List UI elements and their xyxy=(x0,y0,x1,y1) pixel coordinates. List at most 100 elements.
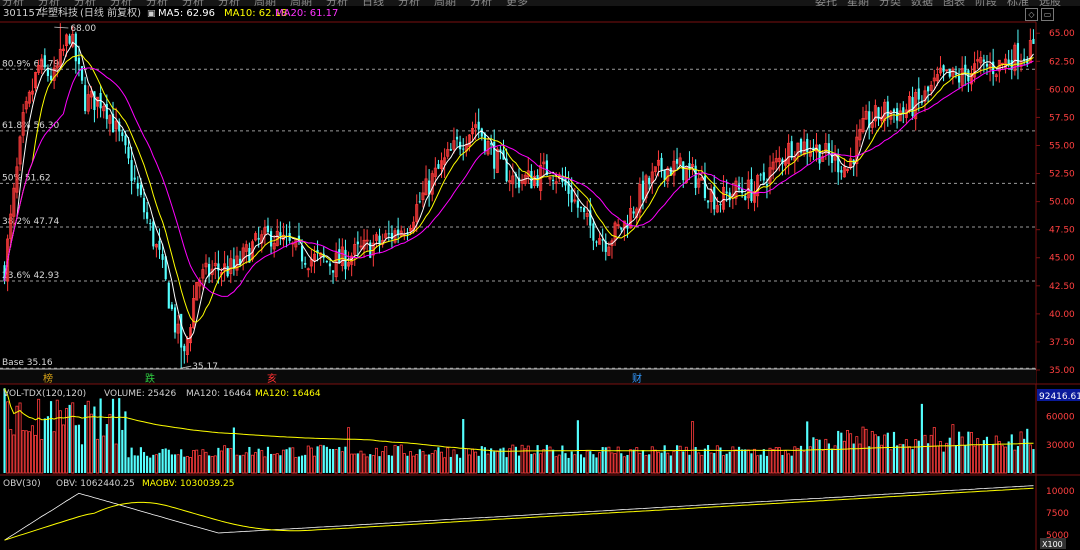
candle-body xyxy=(840,170,843,173)
volume-bar xyxy=(198,455,202,474)
volume-bar xyxy=(830,448,834,473)
volume-bar xyxy=(217,447,220,473)
volume-bar xyxy=(30,425,34,474)
volume-bar xyxy=(589,451,592,473)
event-strip xyxy=(0,370,1036,384)
candle-body xyxy=(620,227,623,230)
candle-body xyxy=(304,263,307,265)
candle-body xyxy=(418,201,421,203)
volume-bar xyxy=(164,448,167,473)
volume-axis-label: 30000 xyxy=(1046,441,1075,451)
volume-bar xyxy=(226,448,229,473)
candle-body xyxy=(902,107,905,114)
volume-bar xyxy=(806,421,809,473)
volume-bar xyxy=(926,443,930,473)
volume-bar xyxy=(610,452,614,474)
volume-bar xyxy=(672,450,676,474)
volume-bar xyxy=(812,437,815,473)
volume-bar xyxy=(684,446,688,474)
volume-bar xyxy=(266,446,270,473)
candle-body xyxy=(437,164,440,169)
volume-bar xyxy=(808,446,812,474)
candle-body xyxy=(957,75,961,83)
candle-body xyxy=(576,200,579,208)
volume-bar xyxy=(815,439,818,474)
volume-bar xyxy=(573,454,577,474)
price-axis-label: 60.00 xyxy=(1049,85,1075,95)
candle-body xyxy=(713,186,716,210)
volume-bar xyxy=(774,447,778,474)
volume-bar xyxy=(868,446,871,473)
candle-body xyxy=(663,169,666,180)
candle-body xyxy=(266,225,270,233)
candle-body xyxy=(725,191,728,194)
volume-bar xyxy=(520,444,524,474)
volume-bar xyxy=(254,452,258,474)
volume-bar xyxy=(105,424,108,473)
volume-bar xyxy=(49,401,53,473)
volume-bar xyxy=(920,403,923,473)
volume-bar xyxy=(12,434,16,474)
candle-body xyxy=(387,233,390,235)
volume-bar xyxy=(397,446,400,473)
candle-body xyxy=(269,231,273,247)
volume-bar xyxy=(248,446,251,473)
volume-bar xyxy=(378,456,381,473)
volume-bar xyxy=(390,455,394,473)
chart-canvas[interactable]: 80.9% 61.7961.8% 56.3050% 51.6238.2% 47.… xyxy=(0,0,1080,550)
volume-bar xyxy=(316,446,319,473)
volume-bar xyxy=(192,450,196,474)
volume-bar xyxy=(988,443,992,474)
volume-bar xyxy=(849,433,853,474)
volume-bar xyxy=(517,455,521,473)
candle-body xyxy=(790,141,793,158)
volume-bar xyxy=(964,445,967,473)
volume-bar xyxy=(889,449,893,474)
volume-bar xyxy=(285,449,288,473)
volume-bar xyxy=(564,453,567,473)
volume-bar xyxy=(948,437,951,473)
volume-bar xyxy=(133,455,136,473)
volume-bar xyxy=(1028,444,1032,474)
volume-bar xyxy=(393,444,397,474)
volume-bar xyxy=(371,455,375,474)
volume-bar xyxy=(294,457,298,474)
volume-bar xyxy=(74,425,77,473)
volume-bar xyxy=(108,413,112,474)
volume-bar xyxy=(409,451,413,474)
volume-bar xyxy=(312,455,316,474)
volume-bar xyxy=(656,451,660,474)
volume-bar xyxy=(477,455,480,473)
volume-bar xyxy=(688,454,691,473)
volume-bar xyxy=(415,454,419,474)
candle-body xyxy=(1016,43,1020,66)
volume-bar xyxy=(629,449,633,474)
price-axis-label: 65.00 xyxy=(1049,29,1075,39)
volume-bar xyxy=(173,454,177,473)
volume-bar xyxy=(369,454,372,473)
volume-bar xyxy=(71,402,75,474)
volume-bar xyxy=(334,449,338,474)
obv-title: OBV(30) xyxy=(3,479,41,489)
volume-bar xyxy=(325,446,328,473)
volume-bar xyxy=(557,454,561,474)
volume-bar xyxy=(15,405,19,474)
candle-body xyxy=(744,195,747,200)
volume-bar xyxy=(734,449,738,474)
volume-bar xyxy=(471,448,474,474)
volume-bar xyxy=(183,456,186,473)
candle-body xyxy=(124,135,127,146)
volume-bar xyxy=(89,413,93,474)
volume-bar xyxy=(474,451,478,474)
volume-bar xyxy=(536,445,539,473)
volume-bar xyxy=(467,454,471,474)
volume-bar xyxy=(118,398,121,473)
price-axis-label: 40.00 xyxy=(1049,310,1075,320)
volume-bar xyxy=(235,454,239,474)
volume-bar xyxy=(493,451,496,473)
volume-bar xyxy=(102,435,106,474)
candle-body xyxy=(325,261,328,263)
volume-bar xyxy=(1026,428,1029,473)
volume-bar xyxy=(437,447,440,473)
volume-bar xyxy=(499,448,502,473)
